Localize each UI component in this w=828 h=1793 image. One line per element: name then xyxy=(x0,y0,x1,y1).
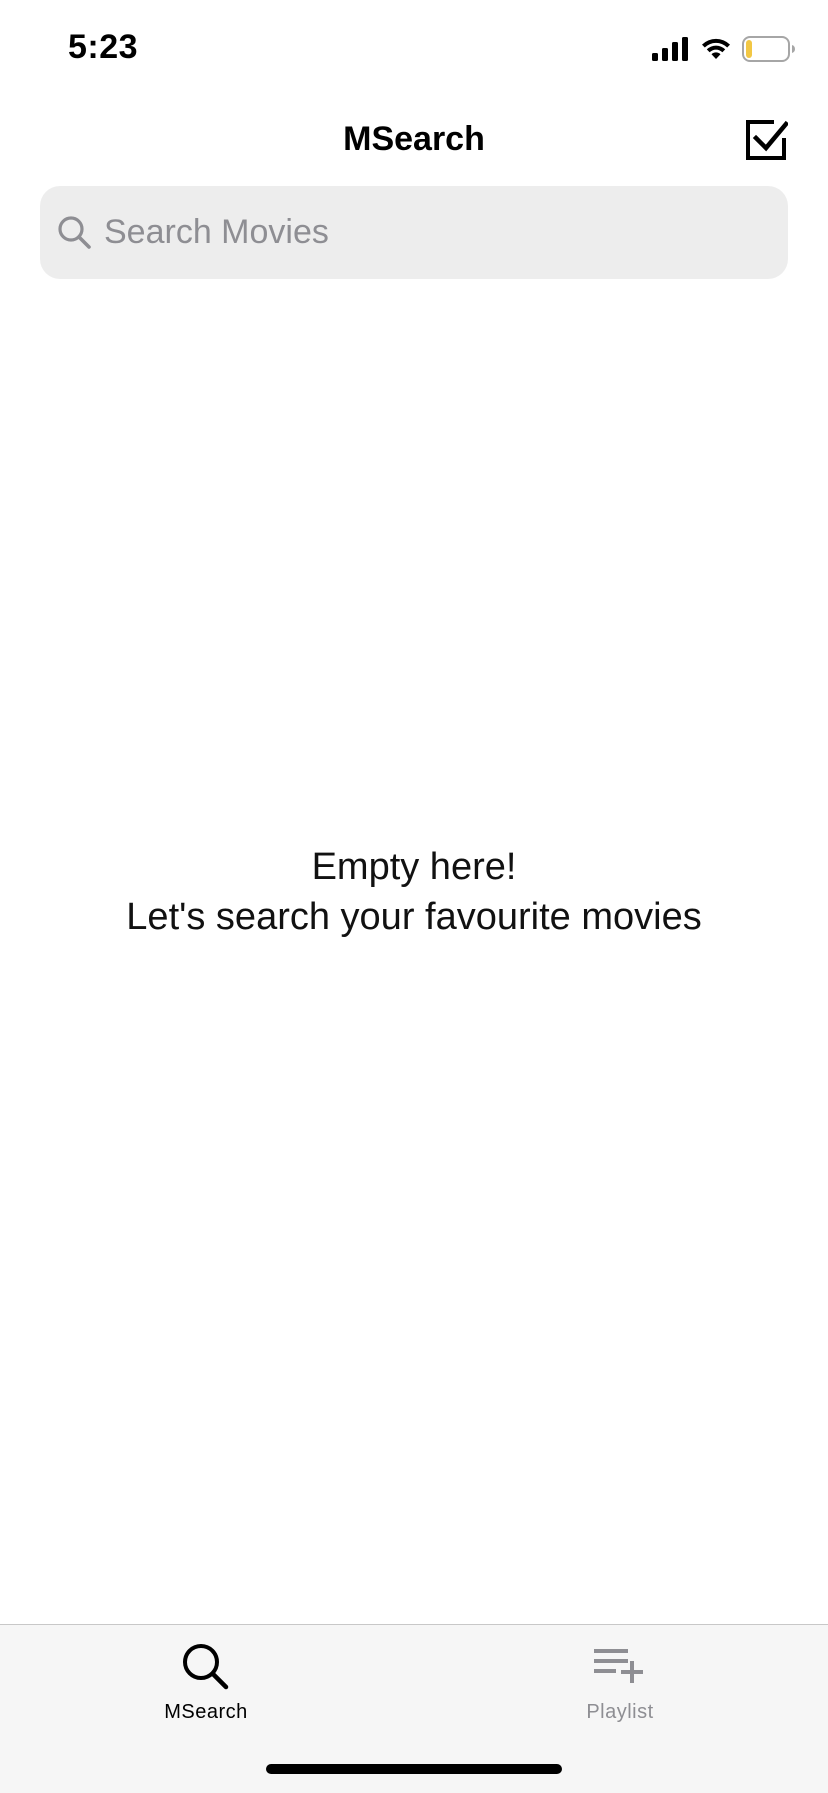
tab-msearch[interactable]: MSearch xyxy=(106,1639,306,1739)
battery-icon xyxy=(742,36,795,62)
status-icons xyxy=(652,34,796,64)
empty-state-message: Empty here! Let's search your favourite … xyxy=(0,842,828,942)
empty-state-subtitle: Let's search your favourite movies xyxy=(126,896,702,938)
tab-label: Playlist xyxy=(586,1701,654,1723)
search-icon xyxy=(58,215,91,249)
select-button[interactable] xyxy=(744,118,790,162)
wifi-icon xyxy=(702,38,730,59)
search-bar[interactable] xyxy=(40,186,788,279)
tab-bar: MSearch Playlist xyxy=(0,1624,828,1793)
tab-label: MSearch xyxy=(164,1701,248,1723)
empty-state-title: Empty here! xyxy=(311,846,517,888)
tab-playlist[interactable]: Playlist xyxy=(520,1639,720,1739)
checkbox-checked-icon xyxy=(746,120,790,160)
status-bar: 5:23 xyxy=(0,0,828,100)
home-indicator xyxy=(266,1764,562,1774)
search-input[interactable] xyxy=(104,213,744,252)
navigation-bar: MSearch xyxy=(0,100,828,180)
playlist-add-icon xyxy=(594,1649,643,1683)
status-time: 5:23 xyxy=(68,28,139,66)
cellular-signal-icon xyxy=(652,37,688,61)
page-title: MSearch xyxy=(343,120,485,158)
search-icon xyxy=(183,1644,229,1690)
